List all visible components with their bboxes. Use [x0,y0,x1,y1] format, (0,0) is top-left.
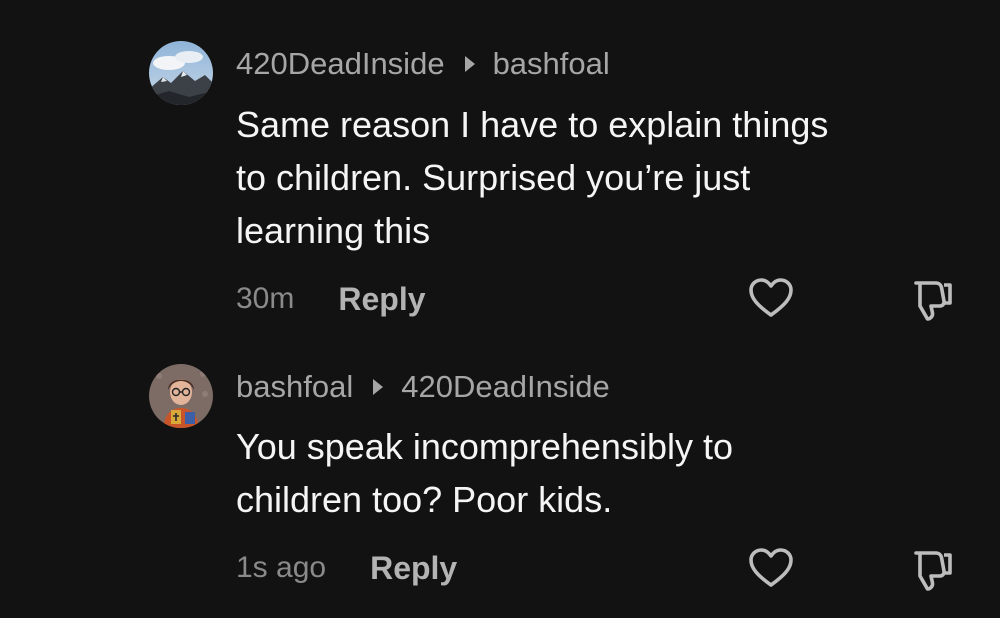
comment-text-line: learning this [236,210,431,251]
like-button[interactable] [747,275,795,323]
comment-footer: 1s ago Reply [236,548,457,588]
caret-right-icon [464,56,475,72]
comment-meta: 420DeadInside bashfoal [236,44,610,84]
comment-text-line: children too? Poor kids. [236,479,613,520]
comment-text-line: to children. Surprised you’re just [236,157,751,198]
comment-text-line: You speak incomprehensibly to [236,426,733,467]
reply-to-name[interactable]: 420DeadInside [401,369,610,405]
comment-meta: bashfoal 420DeadInside [236,367,610,407]
comment-body: Same reason I have to explain things to … [236,98,936,257]
reply-to-name[interactable]: bashfoal [493,46,610,82]
reply-button[interactable]: Reply [370,550,457,587]
thumbs-down-icon [914,281,952,321]
like-button[interactable] [747,545,795,593]
dislike-button[interactable] [906,547,954,595]
thumbs-down-icon [914,551,952,591]
comment-body: You speak incomprehensibly to children t… [236,420,936,526]
avatar[interactable] [149,364,213,428]
heart-icon [749,548,793,587]
reply-button[interactable]: Reply [338,281,425,318]
comment-text-line: Same reason I have to explain things [236,104,829,145]
person-glasses-avatar-icon [149,364,213,428]
dislike-button[interactable] [906,277,954,325]
heart-icon [749,278,793,317]
comment-footer: 30m Reply [236,279,426,319]
timestamp: 1s ago [236,551,327,584]
author-name[interactable]: 420DeadInside [236,46,445,82]
mountain-sky-avatar-icon [149,41,213,105]
author-name[interactable]: bashfoal [236,369,353,405]
caret-right-icon [373,379,384,395]
avatar[interactable] [149,41,213,105]
timestamp: 30m [236,282,295,315]
